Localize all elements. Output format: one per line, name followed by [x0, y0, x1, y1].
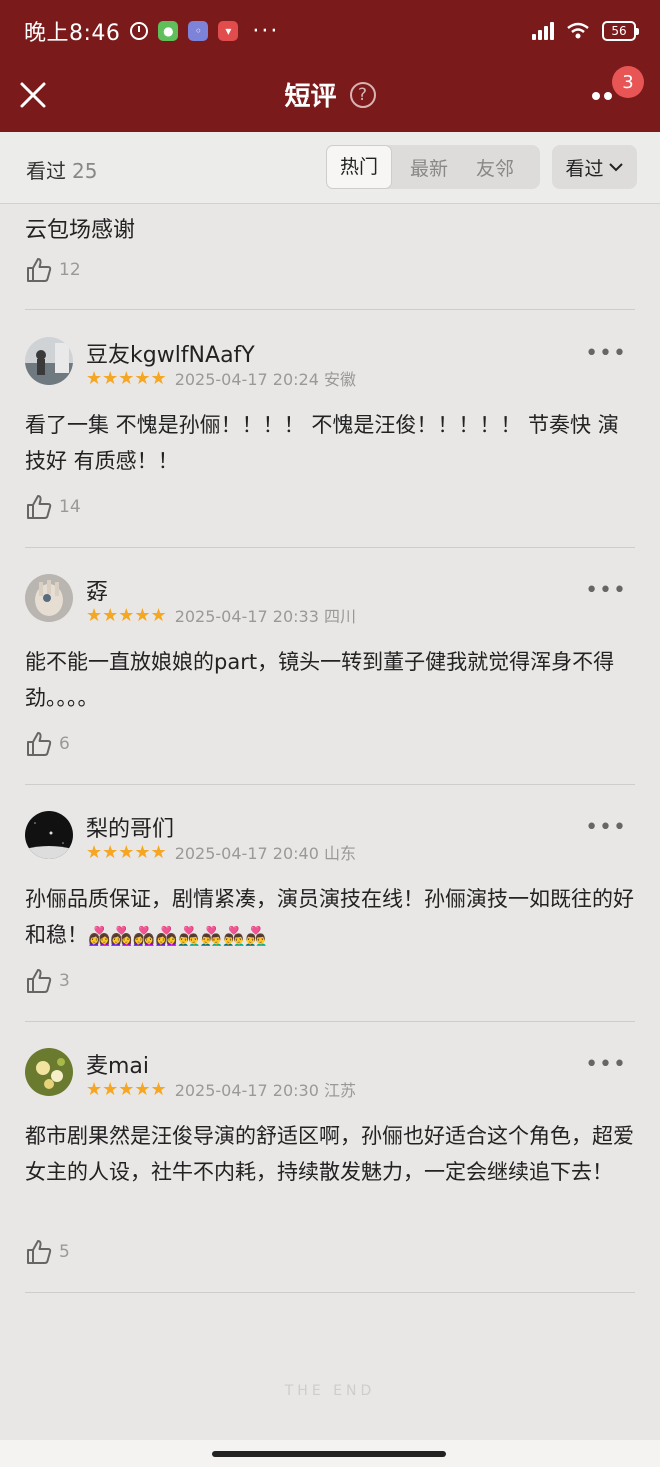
like-count: 5 [59, 1242, 70, 1262]
filter-bar: 看过 25 热门 最新 友邻 看过 [0, 132, 660, 204]
comment-more-button[interactable]: ••• [585, 580, 627, 602]
notification-badge: 3 [612, 66, 644, 98]
list-item: 麦mai ★★★★★ 2025-04-17 20:30 江苏 ••• 都市剧果然… [25, 1022, 635, 1293]
seen-summary: 看过 25 [26, 155, 97, 184]
list-item: 豆友kgwlfNAafY ★★★★★ 2025-04-17 20:24 安徽 •… [25, 311, 635, 548]
rating-stars: ★★★★★ [86, 367, 167, 389]
more-notifications-icon: ··· [252, 18, 280, 44]
chevron-down-icon [608, 163, 623, 172]
list-item: 梨的哥们 ★★★★★ 2025-04-17 20:40 山东 ••• 孙俪品质保… [25, 785, 635, 1022]
like-button[interactable]: 3 [25, 967, 70, 995]
battery-level: 56 [611, 24, 627, 38]
like-count: 12 [59, 260, 81, 280]
username[interactable]: 孬 [86, 574, 108, 606]
comment-meta: 2025-04-17 20:40 山东 [174, 844, 356, 863]
rating-stars: ★★★★★ [86, 1078, 167, 1100]
end-of-list-label: THE END [284, 1383, 376, 1399]
thumbs-up-icon [27, 258, 52, 282]
like-button[interactable]: 14 [25, 493, 81, 521]
comment-meta: 2025-04-17 20:30 江苏 [174, 1081, 356, 1100]
avatar[interactable] [25, 811, 73, 859]
more-icon-dot [604, 92, 612, 100]
seen-filter-dropdown[interactable]: 看过 [552, 145, 637, 189]
comment-more-button[interactable]: ••• [585, 343, 627, 365]
seen-count: 25 [72, 159, 98, 183]
comment-text: 都市剧果然是汪俊导演的舒适区啊，孙俪也好适合这个角色，超爱女主的人设，社牛不内耗… [25, 1124, 634, 1184]
thumbs-up-icon [27, 1240, 52, 1264]
like-count: 6 [59, 734, 70, 754]
signal-icon [532, 22, 554, 40]
username[interactable]: 麦mai [86, 1048, 149, 1080]
battery-icon: 56 [602, 21, 639, 41]
seen-label: 看过 [26, 159, 66, 183]
comment-text: 看了一集 不愧是孙俪！！！！ 不愧是汪俊！！！！！ 节奏快 演技好 有质感！！ [25, 413, 619, 473]
alarm-icon [130, 22, 149, 40]
app-notification-icon: ◦ [188, 21, 209, 41]
avatar[interactable] [25, 1048, 73, 1096]
list-item: 孬 ★★★★★ 2025-04-17 20:33 四川 ••• 能不能一直放娘娘… [25, 548, 635, 785]
help-icon[interactable]: ? [349, 81, 376, 108]
nav-bar: 短评 ? [0, 62, 660, 132]
app-notification-icon: ▾ [218, 21, 239, 41]
comment-more-button[interactable]: ••• [585, 817, 627, 839]
like-button[interactable]: 12 [25, 256, 81, 284]
comment-emoji: 👩‍❤️‍👩👩‍❤️‍👩👩‍❤️‍👩👩‍❤️‍👩👨‍❤️‍👨👨‍❤️‍👨👨‍❤️… [88, 926, 268, 947]
like-button[interactable]: 5 [25, 1238, 70, 1266]
tab-hot[interactable]: 热门 [326, 145, 392, 189]
status-bar: 晚上8:46 ● ◦ ▾ ··· 56 [0, 0, 660, 62]
wifi-icon [566, 22, 590, 40]
avatar[interactable] [25, 574, 73, 622]
rating-stars: ★★★★★ [86, 604, 167, 626]
comment-meta: 2025-04-17 20:33 四川 [174, 607, 356, 626]
rating-stars: ★★★★★ [86, 841, 167, 863]
comment-text: 能不能一直放娘娘的part，镜头一转到董子健我就觉得浑身不得劲。。。。 [25, 650, 615, 710]
tab-latest[interactable]: 最新 [396, 154, 462, 181]
username[interactable]: 豆友kgwlfNAafY [86, 337, 255, 369]
avatar[interactable] [25, 337, 73, 385]
comment-more-button[interactable]: ••• [585, 1054, 627, 1076]
like-count: 3 [59, 971, 70, 991]
like-button[interactable]: 6 [25, 730, 70, 758]
comment-text: 孙俪品质保证，剧情紧凑，演员演技在线！孙俪演技一如既往的好和稳！👩‍❤️‍👩👩‍… [25, 881, 635, 955]
tab-friends[interactable]: 友邻 [462, 154, 528, 181]
list-item: 云包场感谢 12 [25, 204, 635, 310]
thumbs-up-icon [27, 732, 52, 756]
username[interactable]: 梨的哥们 [86, 811, 174, 843]
like-count: 14 [59, 497, 81, 517]
thumbs-up-icon [27, 495, 52, 519]
wechat-icon: ● [158, 21, 179, 41]
sort-tabs: 热门 最新 友邻 [326, 145, 540, 189]
home-indicator[interactable] [212, 1451, 446, 1457]
page-title: 短评 [284, 82, 337, 112]
thumbs-up-icon [27, 969, 52, 993]
seen-filter-label: 看过 [565, 157, 604, 180]
more-icon [592, 92, 600, 100]
comment-meta: 2025-04-17 20:24 安徽 [174, 370, 356, 389]
status-time: 晚上8:46 [24, 21, 121, 46]
comment-text: 云包场感谢 [25, 218, 136, 243]
